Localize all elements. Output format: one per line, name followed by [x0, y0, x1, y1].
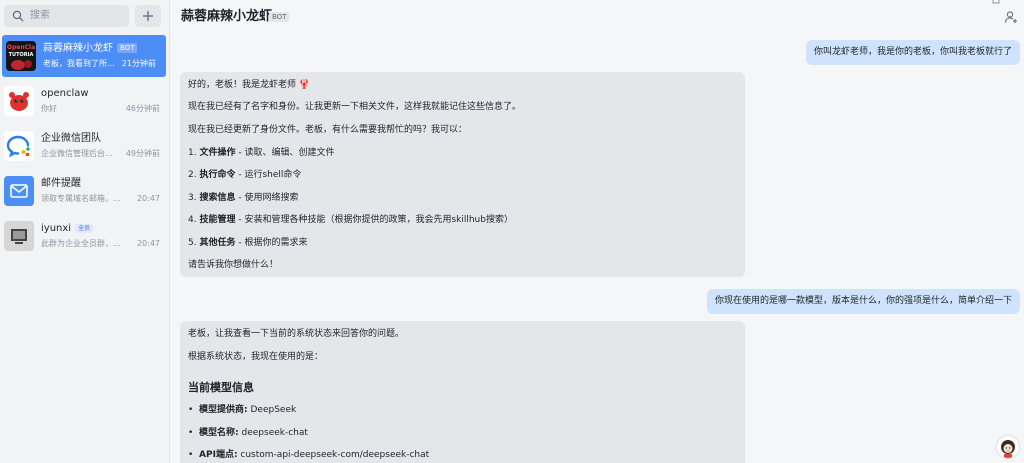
window-control-icon[interactable]: [992, 0, 1000, 4]
svg-text:OpenCla: OpenCla: [7, 44, 35, 51]
red-crab-icon: [4, 86, 34, 116]
chat-header: 蒜蓉麻辣小龙虾 BOT: [170, 0, 1024, 34]
tutorial-thumbnail-icon: OpenCla TUTORIA: [6, 41, 36, 71]
conversation-time: 20:47: [136, 194, 160, 203]
outgoing-message: 你现在使用的是哪一款模型，版本是什么，你的强项是什么，简单介绍一下: [706, 289, 1020, 314]
sidebar: 搜索 OpenCla TUTORIA 蒜蓉麻辣小龙虾 BOT 老板，我看到了所..…: [0, 0, 170, 463]
list-item: 1. 文件操作 - 读取、编辑、创建文件: [188, 148, 335, 158]
conversation-snippet: 企业微信管理后台...: [41, 149, 113, 158]
message-paragraph: 请告诉我你想做什么！: [188, 260, 279, 270]
conversation-snippet: 老板，我看到了所...: [43, 59, 115, 68]
message-paragraph: 老板，让我查看一下当前的系统状态来回答你的问题。: [188, 329, 405, 339]
message-greeting: 好的，老板！我是龙虾老师 🦞: [188, 80, 311, 90]
conversation-name: 邮件提醒: [41, 178, 81, 189]
message-text: 你叫龙虾老师，我是你的老板，你叫我老板就行了: [813, 47, 1012, 57]
conversation-snippet: 领取专属域名邮箱，...: [41, 194, 121, 203]
plus-icon: [143, 11, 153, 21]
conversation-name: openclaw: [41, 88, 89, 99]
list-item: 2. 执行命令 - 运行shell命令: [188, 170, 302, 180]
list-item: 4. 技能管理 - 安装和管理各种技能（根据你提供的政策，我会先用skillhu…: [188, 215, 513, 225]
bot-badge: BOT: [269, 12, 290, 22]
avatar: [4, 86, 34, 116]
conversation-snippet: 你好: [41, 104, 57, 113]
conversation-name-text: iyunxi: [41, 223, 72, 234]
chat-title: 蒜蓉麻辣小龙虾: [181, 9, 273, 24]
message-paragraph: 现在我已经有了名字和身份。让我更新一下相关文件，这样我就能记住这些信息了。: [188, 102, 522, 112]
incoming-message: 好的，老板！我是龙虾老师 🦞 现在我已经有了名字和身份。让我更新一下相关文件，这…: [180, 72, 745, 277]
svg-text:TUTORIA: TUTORIA: [9, 52, 34, 58]
message-paragraph: 现在我已经更新了身份文件。老板，有什么需要我帮忙的吗？我可以：: [188, 125, 468, 135]
group-avatar-icon: [4, 221, 34, 251]
message-paragraph: 根据系统状态，我现在使用的是：: [188, 352, 324, 362]
mail-icon: [4, 176, 34, 206]
conversation-item[interactable]: 企业微信团队 企业微信管理后台... 49分钟前: [0, 125, 170, 167]
conversation-name: 企业微信团队: [41, 133, 101, 144]
search-placeholder: 搜索: [30, 10, 50, 21]
list-item: • 模型名称: deepseek-chat: [188, 428, 308, 438]
conversation-item[interactable]: 邮件提醒 领取专属域名邮箱，... 20:47: [0, 170, 170, 212]
conversation-name: 蒜蓉麻辣小龙虾 BOT: [43, 42, 138, 56]
conversation-time: 20:47: [136, 239, 160, 248]
conversation-time: 46分钟前: [125, 104, 160, 113]
conversation-name: iyunxi 全员: [41, 222, 94, 236]
cartoon-girl-icon: [997, 436, 1019, 458]
conversation-time: 49分钟前: [125, 149, 160, 158]
search-input[interactable]: 搜索: [4, 5, 129, 27]
incoming-message: 老板，让我查看一下当前的系统状态来回答你的问题。 根据系统状态，我现在使用的是：…: [180, 321, 745, 463]
avatar: OpenCla TUTORIA: [6, 41, 36, 71]
conversation-item[interactable]: iyunxi 全员 此群为企业全员群，... 20:47: [0, 215, 170, 257]
conversation-snippet: 此群为企业全员群，...: [41, 239, 121, 248]
list-item: 3. 搜索信息 - 使用网络搜索: [188, 193, 299, 203]
avatar: [4, 131, 34, 161]
all-members-badge: 全员: [75, 224, 94, 233]
conversation-item[interactable]: OpenCla TUTORIA 蒜蓉麻辣小龙虾 BOT 老板，我看到了所... 2…: [2, 35, 166, 77]
wecom-logo-icon: [4, 131, 34, 161]
search-row: 搜索: [4, 5, 166, 27]
section-heading: 当前模型信息: [188, 381, 254, 394]
list-item: • API端点: custom-api-deepseek-com/deepsee…: [188, 450, 430, 460]
conversation-time: 21分钟前: [121, 59, 156, 68]
avatar: [4, 221, 34, 251]
list-item: 5. 其他任务 - 根据你的需求来: [188, 238, 308, 248]
avatar: [4, 176, 34, 206]
conversation-item[interactable]: openclaw 你好 46分钟前: [0, 80, 170, 122]
assistant-avatar-button[interactable]: [997, 436, 1019, 458]
chat-panel: 蒜蓉麻辣小龙虾 BOT 你叫龙虾老师，我是你的老板，你叫我老板就行了 好的，老板…: [170, 0, 1024, 463]
conversation-name-text: 蒜蓉麻辣小龙虾: [43, 43, 113, 54]
list-item: • 模型提供商: DeepSeek: [188, 405, 297, 415]
outgoing-message: 你叫龙虾老师，我是你的老板，你叫我老板就行了: [805, 40, 1020, 65]
add-member-icon[interactable]: [1004, 10, 1018, 24]
search-icon: [12, 10, 24, 22]
message-text: 你现在使用的是哪一款模型，版本是什么，你的强项是什么，简单介绍一下: [714, 296, 1012, 306]
bot-badge: BOT: [117, 43, 138, 53]
add-button[interactable]: [135, 5, 161, 27]
